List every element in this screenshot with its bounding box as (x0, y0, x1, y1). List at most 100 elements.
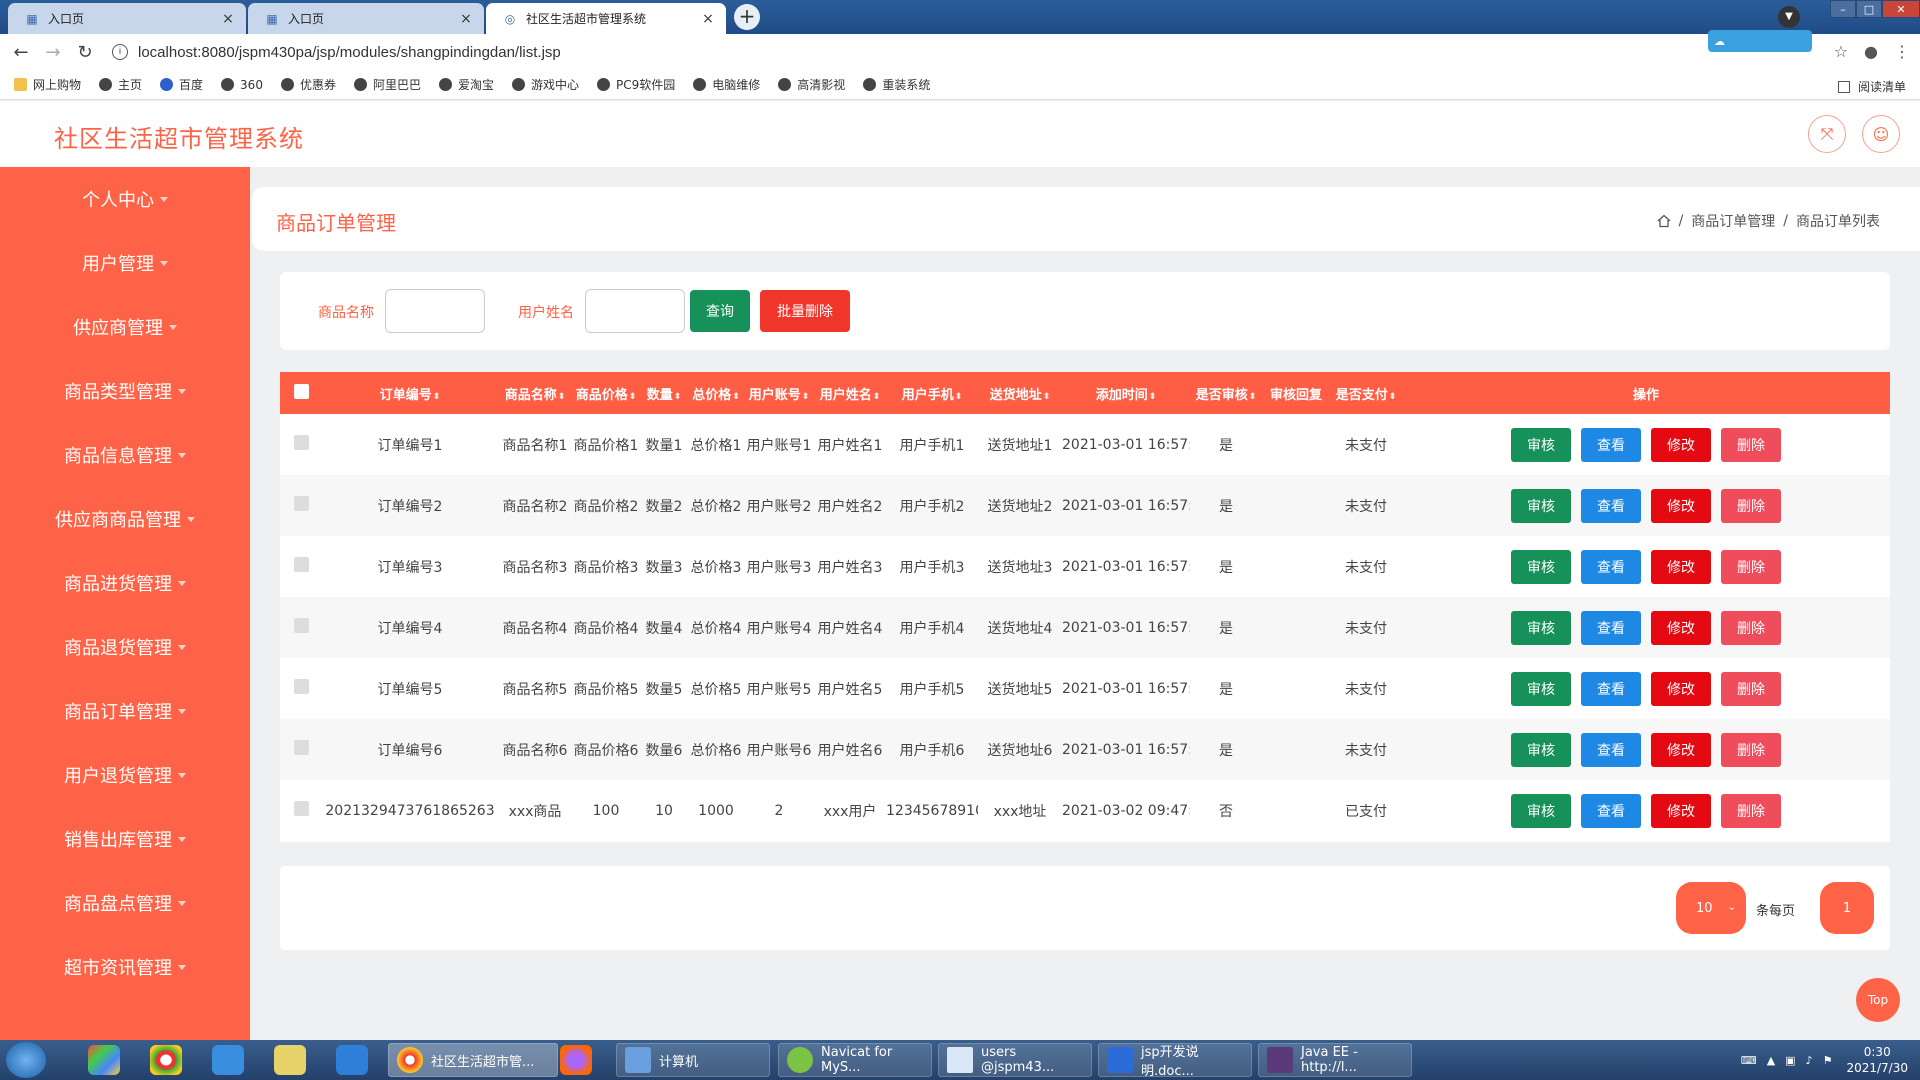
view-button[interactable]: 查看 (1581, 793, 1641, 828)
more-icon[interactable]: ⋮ (1894, 42, 1910, 61)
network-icon[interactable]: ▣ (1785, 1054, 1795, 1067)
taskbar-task[interactable]: Java EE - http://l... (1258, 1043, 1412, 1077)
column-header[interactable]: 总价格⬍ (688, 372, 744, 414)
column-header[interactable]: 添加时间⬍ (1062, 372, 1190, 414)
forward-icon[interactable]: → (40, 42, 66, 63)
column-header[interactable]: 是否支付⬍ (1330, 372, 1402, 414)
delete-button[interactable]: 删除 (1721, 732, 1781, 767)
chrome-icon[interactable] (150, 1045, 182, 1075)
close-icon[interactable]: × (458, 11, 474, 27)
taskbar-task[interactable]: Navicat for MyS... (778, 1043, 932, 1077)
sidebar-item-product-info[interactable]: 商品信息管理 (0, 423, 250, 487)
app-launcher-icon[interactable] (88, 1045, 120, 1075)
bookmark-item[interactable]: 重装系统 (863, 76, 930, 93)
column-header[interactable]: 数量⬍ (640, 372, 688, 414)
star-icon[interactable]: ☆ (1834, 42, 1848, 61)
delete-button[interactable]: 删除 (1721, 671, 1781, 706)
row-checkbox[interactable] (280, 414, 322, 475)
delete-button[interactable]: 删除 (1721, 549, 1781, 584)
sidebar-item-news[interactable]: 超市资讯管理 (0, 935, 250, 999)
row-checkbox[interactable] (280, 658, 322, 719)
minimize-icon[interactable]: – (1830, 0, 1856, 18)
delete-button[interactable]: 删除 (1721, 610, 1781, 645)
edit-button[interactable]: 修改 (1651, 427, 1711, 462)
browser-tab[interactable]: ▦ 入口页 × (248, 3, 484, 34)
column-header[interactable]: 用户姓名⬍ (814, 372, 886, 414)
view-button[interactable]: 查看 (1581, 610, 1641, 645)
bookmark-item[interactable]: 360 (221, 78, 263, 92)
edit-button[interactable]: 修改 (1651, 610, 1711, 645)
column-header[interactable]: 订单编号⬍ (322, 372, 498, 414)
fullscreen-icon[interactable]: ⤧ (1808, 115, 1846, 153)
bookmark-item[interactable]: 优惠券 (280, 76, 336, 93)
column-header[interactable]: 送货地址⬍ (978, 372, 1062, 414)
row-checkbox[interactable] (280, 780, 322, 841)
reading-list[interactable]: 阅读清单 (1837, 78, 1906, 95)
url-field[interactable]: i localhost:8080/jspm430pa/jsp/modules/s… (112, 44, 561, 61)
bookmark-item[interactable]: 百度 (160, 76, 203, 93)
query-button[interactable]: 查询 (690, 290, 750, 332)
close-icon[interactable]: × (220, 11, 236, 27)
close-window-icon[interactable]: ✕ (1882, 0, 1920, 18)
user-name-input[interactable] (585, 289, 685, 333)
bookmark-item[interactable]: 爱淘宝 (438, 76, 494, 93)
row-checkbox[interactable] (280, 719, 322, 780)
new-tab-button[interactable]: + (734, 4, 760, 30)
audit-button[interactable]: 审核 (1511, 610, 1571, 645)
notepad-icon[interactable] (274, 1045, 306, 1075)
view-button[interactable]: 查看 (1581, 549, 1641, 584)
column-header[interactable]: 商品价格⬍ (572, 372, 640, 414)
browser-tab[interactable]: ▦ 入口页 × (8, 3, 246, 34)
batch-delete-button[interactable]: 批量删除 (760, 290, 850, 332)
view-button[interactable]: 查看 (1581, 488, 1641, 523)
audit-button[interactable]: 审核 (1511, 427, 1571, 462)
row-checkbox[interactable] (280, 475, 322, 536)
audit-button[interactable]: 审核 (1511, 732, 1571, 767)
view-button[interactable]: 查看 (1581, 671, 1641, 706)
audit-button[interactable]: 审核 (1511, 671, 1571, 706)
bookmark-item[interactable]: 高清影视 (778, 76, 845, 93)
column-header[interactable]: 用户账号⬍ (744, 372, 814, 414)
edit-button[interactable]: 修改 (1651, 549, 1711, 584)
view-button[interactable]: 查看 (1581, 427, 1641, 462)
arrow-up-icon[interactable]: ▲ (1767, 1054, 1775, 1067)
sidebar-item-user-returns[interactable]: 用户退货管理 (0, 743, 250, 807)
column-header[interactable]: 商品名称⬍ (498, 372, 572, 414)
page-number-button[interactable]: 1 (1820, 882, 1874, 934)
media-app-icon[interactable] (560, 1045, 592, 1075)
home-icon[interactable] (1657, 214, 1671, 228)
close-icon[interactable]: × (700, 11, 716, 27)
sidebar-item-orders[interactable]: 商品订单管理 (0, 679, 250, 743)
bookmark-item[interactable]: 主页 (99, 76, 142, 93)
product-name-input[interactable] (385, 289, 485, 333)
profile-icon[interactable]: ● (1864, 42, 1878, 61)
delete-button[interactable]: 删除 (1721, 793, 1781, 828)
audit-button[interactable]: 审核 (1511, 793, 1571, 828)
column-header[interactable]: 用户手机⬍ (886, 372, 978, 414)
reload-icon[interactable]: ↻ (72, 42, 98, 63)
extension-badge-icon[interactable]: ☁ (1708, 30, 1812, 52)
column-header[interactable]: 是否审核⬍ (1190, 372, 1262, 414)
start-button-icon[interactable] (6, 1042, 46, 1078)
sidebar-item-sales-outbound[interactable]: 销售出库管理 (0, 807, 250, 871)
row-checkbox[interactable] (280, 597, 322, 658)
sidebar-item-personal-center[interactable]: 个人中心 (0, 167, 250, 231)
edit-button[interactable]: 修改 (1651, 732, 1711, 767)
select-all-checkbox[interactable] (280, 372, 322, 414)
sidebar-item-users[interactable]: 用户管理 (0, 231, 250, 295)
keyboard-icon[interactable]: ⌨ (1741, 1054, 1757, 1067)
sidebar-item-suppliers[interactable]: 供应商管理 (0, 295, 250, 359)
bookmark-item[interactable]: PC9软件园 (597, 76, 675, 93)
sidebar-item-product-returns[interactable]: 商品退货管理 (0, 615, 250, 679)
bookmark-item[interactable]: 阿里巴巴 (353, 76, 421, 93)
list-app-icon[interactable] (336, 1045, 368, 1075)
bookmark-item[interactable]: 电脑维修 (693, 76, 760, 93)
page-size-select[interactable]: 10 ⌄ (1676, 882, 1746, 934)
back-to-top-button[interactable]: Top (1856, 978, 1900, 1022)
cloud-app-icon[interactable] (212, 1045, 244, 1075)
back-icon[interactable]: ← (8, 42, 34, 63)
delete-button[interactable]: 删除 (1721, 427, 1781, 462)
volume-icon[interactable]: ♪ (1806, 1054, 1813, 1067)
taskbar-task[interactable]: jsp开发说明.doc... (1098, 1043, 1252, 1079)
edit-button[interactable]: 修改 (1651, 793, 1711, 828)
